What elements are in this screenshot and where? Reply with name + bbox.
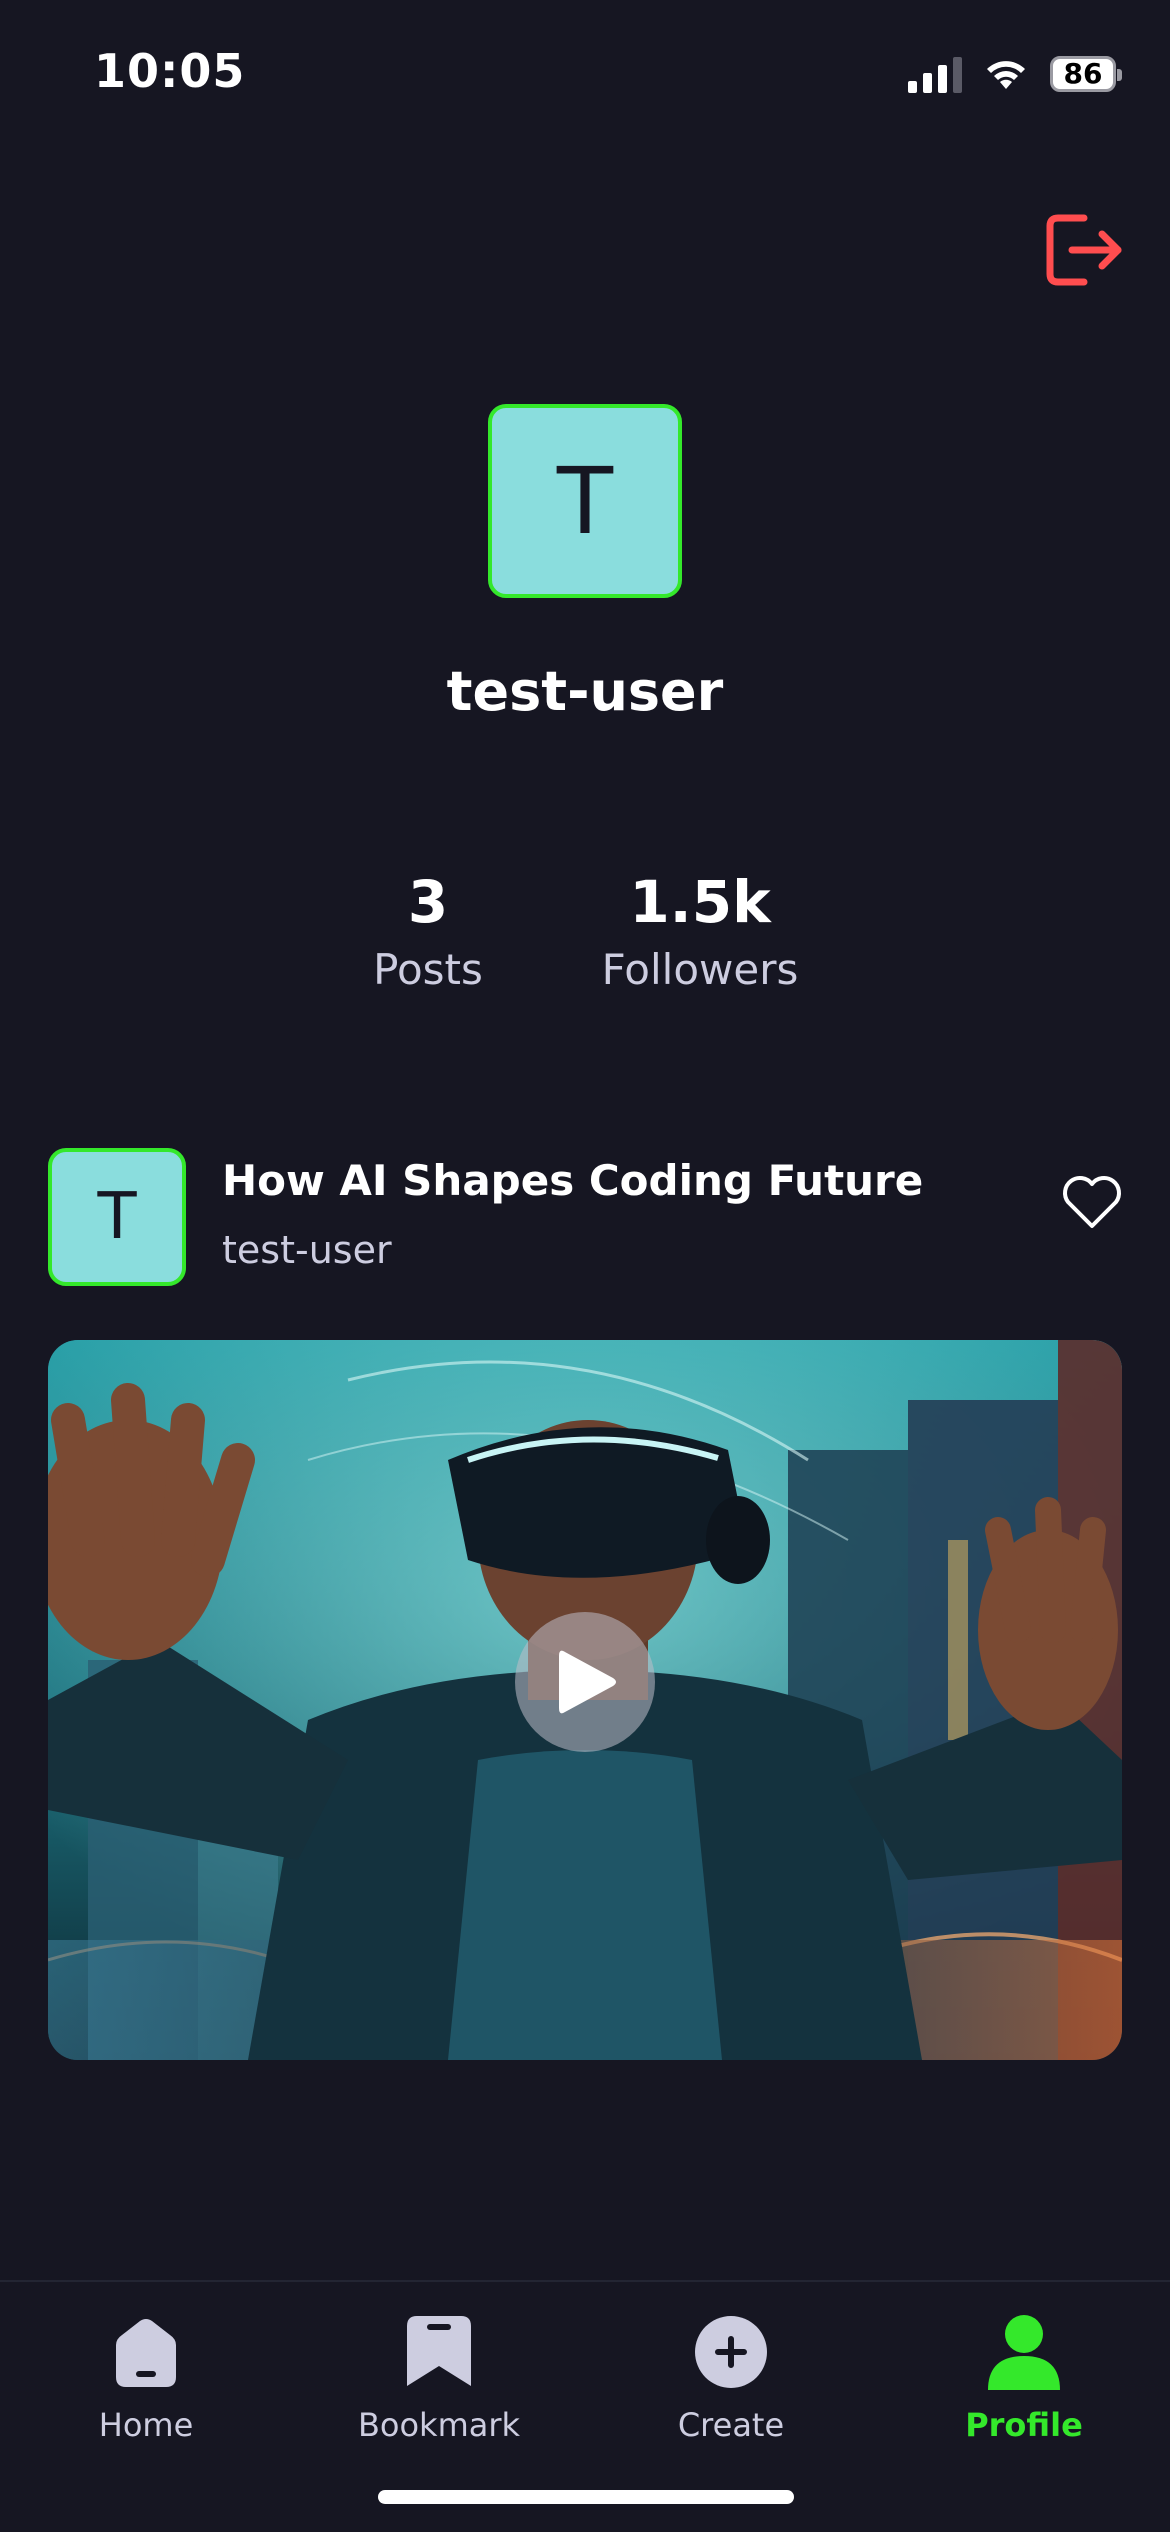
- logout-icon: [1046, 214, 1122, 286]
- cellular-signal-icon: [908, 55, 962, 93]
- posts-stat: 3 Posts: [298, 862, 558, 998]
- heart-icon: [1063, 1176, 1121, 1228]
- tab-create[interactable]: Create: [611, 2312, 851, 2444]
- post-title[interactable]: How AI Shapes Coding Future: [222, 1156, 923, 1205]
- status-icons: 86: [908, 50, 1122, 98]
- tab-create-label: Create: [677, 2406, 785, 2444]
- tab-bookmark-label: Bookmark: [357, 2406, 521, 2444]
- posts-label: Posts: [373, 945, 483, 994]
- post-avatar-initial: T: [97, 1180, 137, 1254]
- like-button[interactable]: [1060, 1172, 1124, 1230]
- tab-profile[interactable]: Profile: [904, 2312, 1144, 2444]
- followers-label: Followers: [601, 945, 799, 994]
- tab-bookmark[interactable]: Bookmark: [319, 2312, 559, 2444]
- followers-stat: 1.5k Followers: [570, 862, 830, 998]
- tab-home-label: Home: [98, 2406, 194, 2444]
- battery-level: 86: [1063, 57, 1103, 90]
- play-icon: [559, 1650, 616, 1714]
- post-video-thumbnail[interactable]: [48, 1340, 1122, 2060]
- battery-icon: 86: [1050, 56, 1122, 92]
- plus-icon: [695, 2316, 767, 2388]
- bookmark-icon: [407, 2316, 471, 2386]
- wifi-icon: [987, 61, 1025, 89]
- play-button[interactable]: [515, 1612, 655, 1752]
- profile-username: test-user: [446, 660, 724, 723]
- post-author[interactable]: test-user: [222, 1228, 392, 1272]
- profile-screen: 10:05 86 T test-user 3 Posts 1.5k Follow…: [0, 0, 1170, 2532]
- posts-count: 3: [407, 868, 449, 936]
- post-author-avatar[interactable]: T: [48, 1148, 186, 1286]
- tab-home[interactable]: Home: [26, 2312, 266, 2444]
- home-indicator[interactable]: [378, 2490, 794, 2504]
- logout-button[interactable]: [1044, 212, 1124, 288]
- tab-profile-label: Profile: [965, 2406, 1083, 2444]
- home-icon: [116, 2319, 176, 2387]
- profile-avatar: T: [488, 404, 682, 598]
- followers-count: 1.5k: [629, 868, 771, 936]
- profile-avatar-initial: T: [556, 447, 614, 555]
- profile-icon: [988, 2315, 1060, 2390]
- status-time: 10:05: [94, 44, 246, 98]
